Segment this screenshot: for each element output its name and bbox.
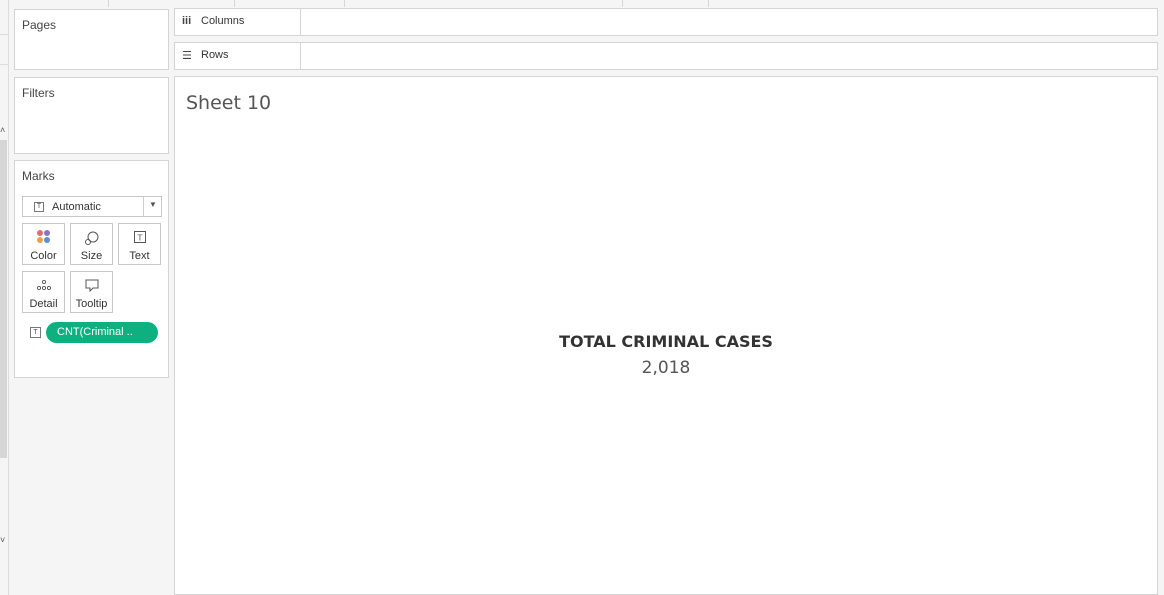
columns-shelf-header: iii Columns [175,9,301,35]
color-button[interactable]: Color [22,223,65,265]
kpi-label: TOTAL CRIMINAL CASES [559,332,773,351]
view-canvas[interactable]: Sheet 10 TOTAL CRIMINAL CASES 2,018 [174,76,1158,595]
color-dots-icon [23,230,64,246]
scroll-up-icon[interactable]: ˄ [0,124,8,136]
svg-text:T: T [136,234,142,243]
divider [108,0,109,7]
text-label: Text [129,250,150,262]
columns-icon: iii [182,15,192,27]
text-button[interactable]: T Text [118,223,161,265]
measure-pill[interactable]: CNT(Criminal .. [46,322,158,343]
size-icon [71,230,112,246]
divider [622,0,623,7]
scroll-down-icon[interactable]: ˅ [0,534,8,546]
rows-label: Rows [201,49,229,61]
chevron-down-icon[interactable]: ▼ [149,200,157,209]
divider [0,64,8,65]
scrollbar-thumb[interactable] [0,140,7,458]
marks-card: Marks T Automatic ▼ Color Size T Text De… [14,160,169,378]
sheet-title[interactable]: Sheet 10 [186,92,271,114]
rows-shelf-header: ☰ Rows [175,43,301,69]
detail-button[interactable]: Detail [22,271,65,313]
rows-shelf[interactable]: ☰ Rows [174,42,1158,70]
detail-label: Detail [29,298,58,310]
text-mark-icon: T [34,202,44,212]
tooltip-label: Tooltip [75,298,108,310]
size-button[interactable]: Size [70,223,113,265]
mark-type-dropdown[interactable]: T Automatic ▼ [22,196,162,217]
marks-title: Marks [22,169,55,183]
kpi-value: 2,018 [641,358,691,378]
text-mark-icon: T [119,230,160,246]
mark-type-value: Automatic [52,201,101,213]
tooltip-icon [71,278,112,294]
filters-title: Filters [22,86,55,100]
columns-label: Columns [201,15,245,27]
divider [708,0,709,7]
divider [0,34,8,35]
divider [143,197,144,216]
pages-shelf[interactable]: Pages [14,9,169,70]
filters-shelf[interactable]: Filters [14,77,169,154]
columns-shelf[interactable]: iii Columns [174,8,1158,36]
rows-icon: ☰ [182,50,192,62]
divider [234,0,235,7]
tooltip-button[interactable]: Tooltip [70,271,113,313]
divider [344,0,345,7]
size-label: Size [80,250,103,262]
pages-title: Pages [22,18,57,32]
detail-icon [23,278,64,294]
text-mark-icon: T [30,327,41,338]
color-label: Color [30,250,57,262]
